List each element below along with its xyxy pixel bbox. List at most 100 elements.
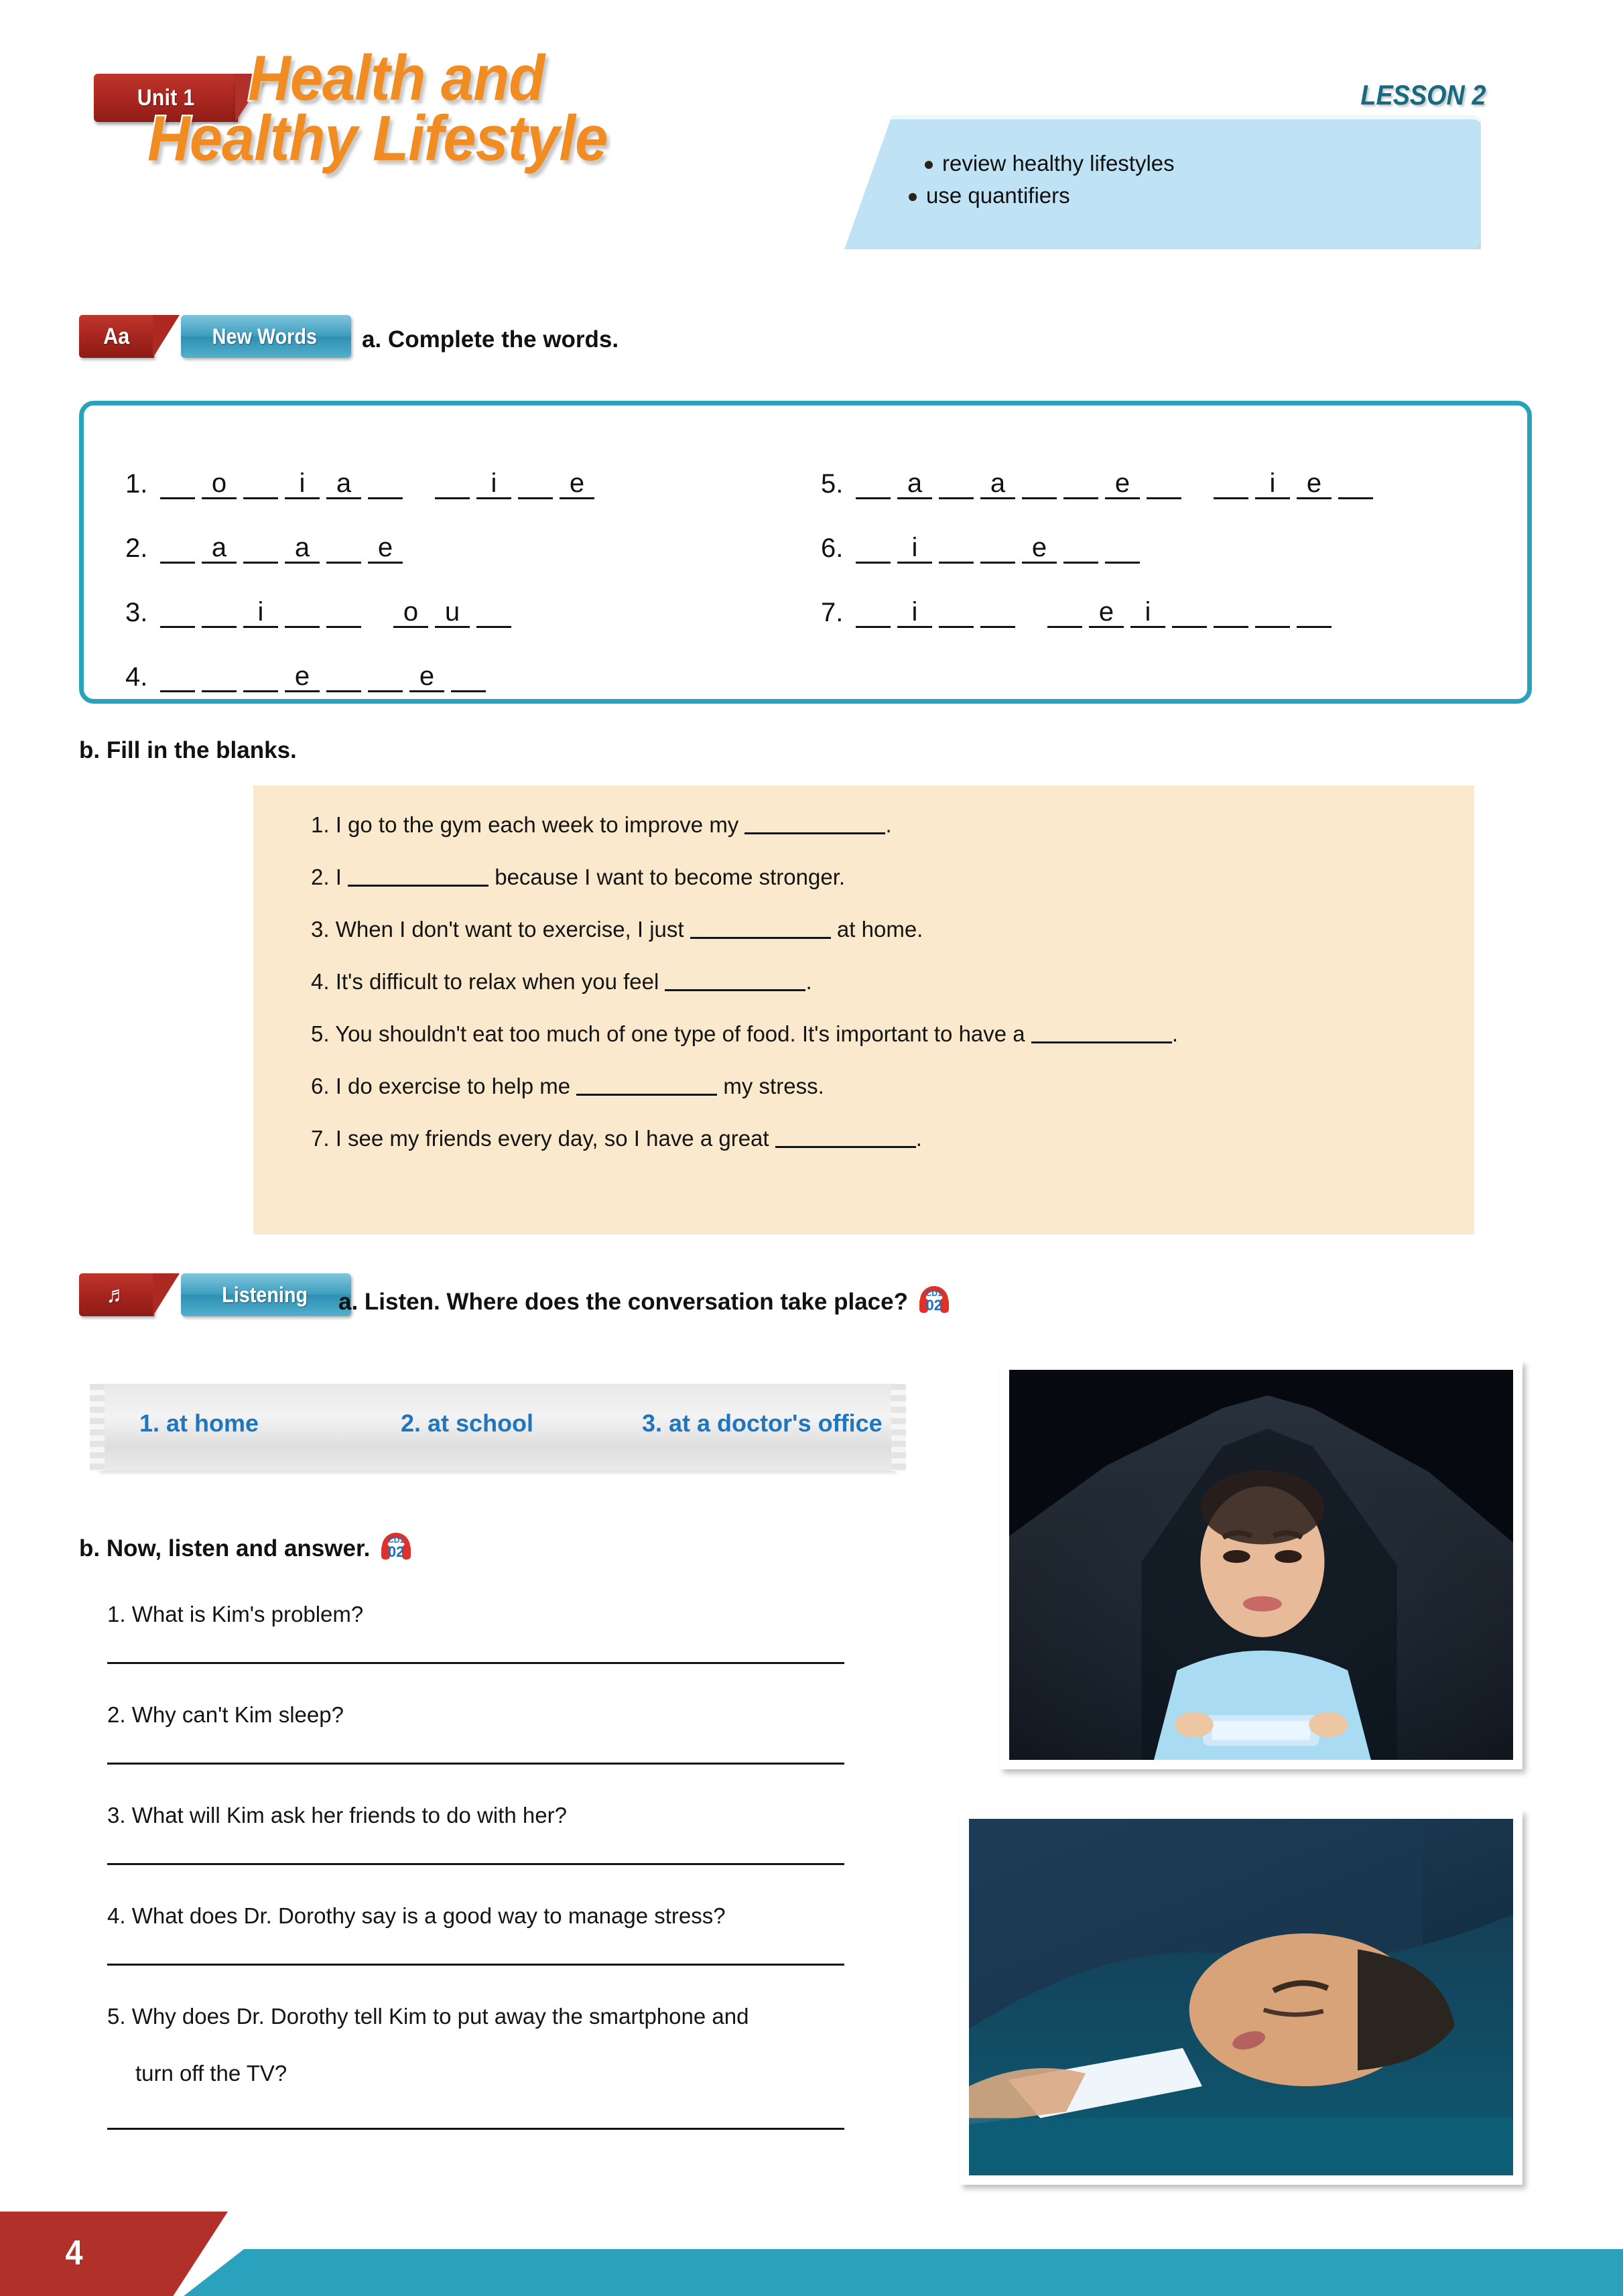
letter-blank[interactable] bbox=[451, 662, 486, 692]
answer-line[interactable] bbox=[107, 1662, 844, 1664]
fill-blank-number: 5. bbox=[311, 1021, 336, 1046]
answer-line[interactable] bbox=[107, 1863, 844, 1865]
listening-question-3: 3. What will Kim ask her friends to do w… bbox=[107, 1803, 567, 1828]
word-letter-slots: a a e bbox=[160, 533, 409, 564]
letter-blank[interactable] bbox=[202, 598, 237, 628]
word-item-number: 7. bbox=[821, 598, 844, 627]
word-letter-slots: o ia i e bbox=[160, 469, 601, 499]
letter-blank[interactable] bbox=[160, 598, 195, 628]
letter-blank[interactable] bbox=[435, 469, 470, 499]
fill-blank-item: 1. I go to the gym each week to improve … bbox=[311, 812, 892, 838]
aa-icon-label: Aa bbox=[103, 323, 130, 349]
word-letter-slots: a a e ie bbox=[856, 469, 1380, 499]
letter-blank[interactable] bbox=[518, 469, 553, 499]
letter-blank[interactable] bbox=[202, 662, 237, 692]
letter-blank[interactable] bbox=[368, 469, 403, 499]
word-letter-slots: i ei bbox=[856, 598, 1338, 628]
photo-1-art bbox=[1009, 1370, 1513, 1760]
section-tag-listening: ♬ Listening bbox=[79, 1273, 351, 1316]
letter-blank[interactable] bbox=[939, 533, 974, 564]
letter-blank[interactable] bbox=[243, 469, 278, 499]
answer-line[interactable] bbox=[107, 1763, 844, 1765]
listening-option-3[interactable]: 3. at a doctor's office bbox=[642, 1409, 883, 1438]
fill-blank-number: 4. bbox=[311, 969, 336, 994]
letter-blank[interactable] bbox=[1063, 533, 1098, 564]
cd-track-icon: CD1 02 bbox=[919, 1285, 950, 1316]
letter-blank[interactable] bbox=[285, 598, 320, 628]
letter-blank[interactable] bbox=[243, 662, 278, 692]
fill-blank-input[interactable] bbox=[690, 917, 831, 939]
letter-blank[interactable] bbox=[160, 469, 195, 499]
letter-blank[interactable] bbox=[856, 533, 891, 564]
letter-given: a bbox=[326, 469, 361, 499]
listening-label: Listening bbox=[222, 1282, 308, 1307]
fill-blank-text-before: You shouldn't eat too much of one type o… bbox=[335, 1021, 1031, 1046]
fill-blank-text-after: . bbox=[885, 812, 892, 837]
fill-blank-number: 2. bbox=[311, 865, 336, 889]
letter-blank[interactable] bbox=[980, 598, 1015, 628]
letter-blank[interactable] bbox=[1297, 598, 1332, 628]
fill-blank-input[interactable] bbox=[1031, 1021, 1172, 1043]
letter-blank[interactable] bbox=[1147, 469, 1181, 499]
fill-blank-input[interactable] bbox=[775, 1126, 916, 1148]
fill-blank-item: 5. You shouldn't eat too much of one typ… bbox=[311, 1021, 1178, 1047]
page-title-line-1: Health and bbox=[247, 42, 547, 114]
letter-blank[interactable] bbox=[1214, 469, 1248, 499]
fill-blank-text-before: I go to the gym each week to improve my bbox=[335, 812, 745, 837]
footer-page-badge bbox=[0, 2212, 228, 2296]
listening-instruction-a: a. Listen. Where does the conversation t… bbox=[338, 1285, 950, 1316]
letter-blank[interactable] bbox=[326, 662, 361, 692]
word-letter-slots: e e bbox=[160, 662, 493, 692]
listening-instruction-b-text: b. Now, listen and answer. bbox=[79, 1535, 371, 1561]
letter-given: e bbox=[1297, 469, 1332, 499]
fill-blank-item: 7. I see my friends every day, so I have… bbox=[311, 1126, 922, 1151]
letter-given: i bbox=[897, 533, 932, 564]
fill-blank-item: 2. I because I want to become stronger. bbox=[311, 865, 845, 890]
letter-blank[interactable] bbox=[243, 533, 278, 564]
listening-option-2[interactable]: 2. at school bbox=[401, 1409, 533, 1438]
word-item: 2. a a e bbox=[125, 499, 601, 564]
letter-blank[interactable] bbox=[160, 662, 195, 692]
fill-blank-text-after: . bbox=[1171, 1021, 1178, 1046]
word-item-number: 3. bbox=[125, 598, 148, 627]
letter-blank[interactable] bbox=[326, 598, 361, 628]
letter-blank[interactable] bbox=[1047, 598, 1082, 628]
lesson-goal-list: review healthy lifestyles use quantifier… bbox=[909, 147, 1175, 212]
letter-blank[interactable] bbox=[1214, 598, 1248, 628]
bullet-icon bbox=[925, 161, 933, 169]
fill-blank-input[interactable] bbox=[665, 969, 806, 991]
letter-blank[interactable] bbox=[939, 469, 974, 499]
listening-option-1[interactable]: 1. at home bbox=[139, 1409, 259, 1438]
letter-blank[interactable] bbox=[856, 598, 891, 628]
listening-instruction-b: b. Now, listen and answer. CD1 02 bbox=[79, 1531, 411, 1562]
new-words-instruction: a. Complete the words. bbox=[362, 326, 619, 353]
letter-blank[interactable] bbox=[160, 533, 195, 564]
letter-given: i bbox=[897, 598, 932, 628]
letter-blank[interactable] bbox=[368, 662, 403, 692]
letter-blank[interactable] bbox=[939, 598, 974, 628]
fill-blank-item: 6. I do exercise to help me my stress. bbox=[311, 1074, 824, 1099]
word-completion-box: 1. o ia i e 2. a a e 3. i ou 4. e e 5. a a… bbox=[79, 401, 1532, 704]
answer-line[interactable] bbox=[107, 2128, 844, 2130]
listening-question-1: 1. What is Kim's problem? bbox=[107, 1602, 364, 1627]
letter-blank[interactable] bbox=[476, 598, 511, 628]
cd-icon-track: 02 bbox=[925, 1297, 942, 1314]
fill-blank-input[interactable] bbox=[576, 1074, 718, 1096]
letter-blank[interactable] bbox=[1063, 469, 1098, 499]
letter-blank[interactable] bbox=[326, 533, 361, 564]
headphones-glyph: ♬ bbox=[106, 1281, 127, 1308]
letter-blank[interactable] bbox=[1022, 469, 1057, 499]
letter-blank[interactable] bbox=[1105, 533, 1140, 564]
fill-blank-input[interactable] bbox=[348, 865, 489, 887]
letter-blank[interactable] bbox=[856, 469, 891, 499]
new-words-label-pill: New Words bbox=[181, 315, 351, 358]
word-item-number: 1. bbox=[125, 469, 148, 499]
letter-blank[interactable] bbox=[980, 533, 1015, 564]
letter-blank[interactable] bbox=[1255, 598, 1290, 628]
answer-line[interactable] bbox=[107, 1964, 844, 1966]
letter-blank[interactable] bbox=[1172, 598, 1207, 628]
photo-2-art bbox=[969, 1819, 1513, 2175]
letter-given: a bbox=[285, 533, 320, 564]
fill-blank-input[interactable] bbox=[744, 812, 886, 834]
letter-blank[interactable] bbox=[1338, 469, 1373, 499]
